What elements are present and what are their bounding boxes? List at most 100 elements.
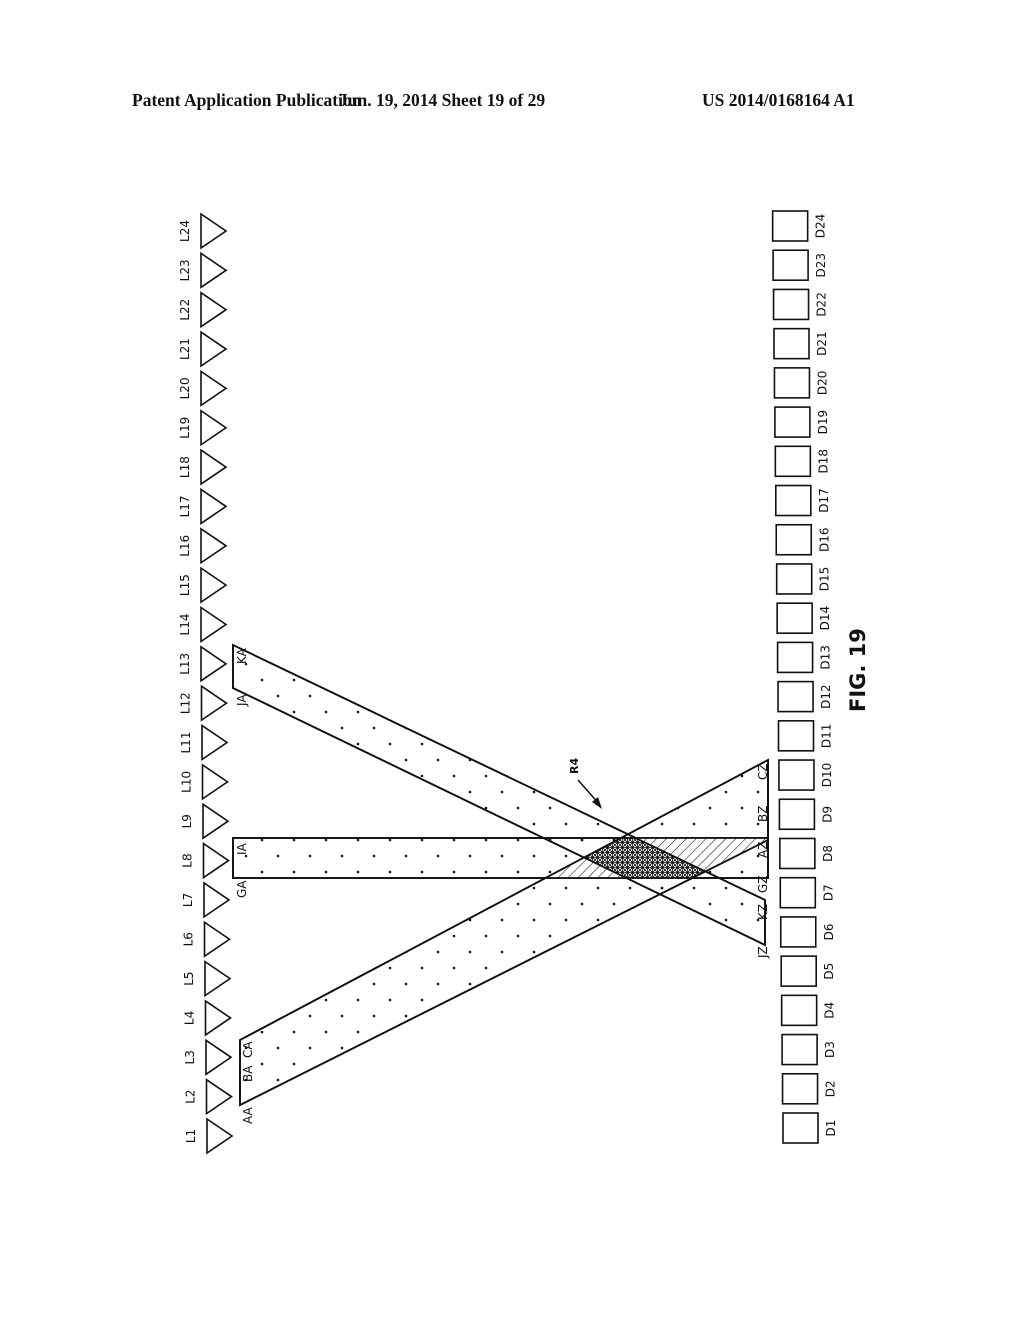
emitter-l14: L14	[178, 605, 228, 643]
emitter-l10: L10	[180, 763, 229, 801]
detector-d4: D4	[780, 994, 837, 1027]
detector-label: D11	[820, 724, 834, 749]
emitter-triangle-icon	[203, 881, 231, 919]
detector-d13: D13	[776, 641, 833, 674]
detector-box-icon	[771, 210, 809, 242]
detector-d19: D19	[774, 406, 830, 438]
emitter-label: L8	[181, 853, 195, 867]
emitter-label: L16	[178, 535, 192, 557]
label-kz: KZ	[756, 904, 770, 920]
detector-d16: D16	[775, 523, 831, 556]
detector-d10: D10	[778, 759, 834, 791]
emitter-triangle-icon	[205, 1038, 233, 1076]
detector-box-icon	[779, 876, 817, 909]
detector-label: D21	[815, 331, 829, 356]
emitter-label: L22	[178, 299, 192, 321]
emitter-column: L1 L2 L3 L4 L5 L6 L7 L8 L9 L10 L11 L12 L13 L14 L15 L16 L…	[178, 212, 234, 1155]
detector-box-icon	[773, 367, 811, 399]
detector-d9: D9	[778, 798, 834, 831]
emitter-l1: L1	[184, 1117, 234, 1155]
detector-d5: D5	[780, 955, 836, 987]
emitter-l13: L13	[178, 645, 228, 683]
detector-d15: D15	[775, 563, 832, 595]
detector-d7: D7	[779, 876, 835, 909]
emitter-l2: L2	[184, 1078, 233, 1116]
detector-label: D6	[822, 923, 836, 940]
label-ba: BA	[241, 1065, 255, 1082]
emitter-label: L4	[183, 1011, 197, 1025]
detector-d24: D24	[771, 210, 828, 242]
emitter-l9: L9	[180, 802, 230, 840]
emitter-l22: L22	[178, 291, 228, 329]
detector-box-icon	[778, 759, 815, 791]
emitter-label: L12	[179, 692, 193, 714]
detector-box-icon	[777, 720, 815, 752]
emitter-triangle-icon	[200, 330, 228, 368]
emitter-label: L3	[183, 1050, 197, 1064]
label-ka: KA	[235, 647, 249, 664]
detector-box-icon	[774, 406, 811, 438]
emitter-triangle-icon	[200, 212, 228, 250]
emitter-l20: L20	[178, 369, 228, 407]
label-cz: CZ	[756, 763, 770, 780]
detector-label: D4	[823, 1002, 837, 1019]
label-aa: AA	[241, 1106, 255, 1124]
detector-d1: D1	[782, 1112, 838, 1144]
label-ja: JA	[235, 694, 249, 707]
emitter-label: L19	[178, 417, 192, 439]
emitter-l7: L7	[181, 881, 231, 919]
emitter-triangle-icon	[201, 724, 229, 762]
emitter-label: L17	[178, 495, 192, 517]
emitter-triangle-icon	[200, 684, 228, 722]
emitter-triangle-icon	[200, 291, 228, 329]
detector-d11: D11	[777, 720, 834, 752]
emitter-l19: L19	[178, 409, 228, 447]
detector-column: D1 D2 D3 D4 D5 D6 D7 D8 D9 D10 D11 D12 D13 D14 D15 D16 D…	[771, 210, 838, 1144]
emitter-l8: L8	[181, 842, 230, 880]
detector-box-icon	[778, 798, 816, 831]
detector-box-icon	[774, 484, 812, 517]
emitter-triangle-icon	[200, 369, 228, 407]
detector-label: D12	[819, 684, 833, 709]
emitter-label: L1	[184, 1129, 198, 1143]
detector-d14: D14	[776, 602, 832, 634]
emitter-label: L24	[178, 220, 192, 242]
emitter-triangle-icon	[200, 605, 228, 643]
detector-d2: D2	[781, 1072, 838, 1105]
emitter-l12: L12	[179, 684, 228, 722]
detector-box-icon	[782, 1112, 819, 1144]
label-az: AZ	[756, 842, 770, 858]
emitter-label: L14	[178, 613, 192, 635]
detector-label: D2	[824, 1080, 838, 1097]
detector-box-icon	[781, 1072, 819, 1105]
detector-d21: D21	[773, 327, 829, 360]
emitter-triangle-icon	[200, 409, 228, 447]
detector-label: D19	[816, 410, 830, 435]
emitter-triangle-icon	[206, 1117, 234, 1155]
detector-label: D20	[815, 371, 829, 396]
detector-label: D18	[816, 449, 830, 474]
emitter-triangle-icon	[204, 999, 232, 1037]
detector-label: D7	[821, 884, 835, 901]
emitter-label: L7	[181, 893, 195, 907]
emitter-triangle-icon	[200, 448, 228, 486]
emitter-l21: L21	[178, 330, 228, 368]
label-gz: GZ	[756, 875, 770, 893]
emitter-triangle-icon	[205, 1078, 233, 1116]
label-ga: GA	[235, 880, 249, 898]
emitter-label: L23	[178, 259, 192, 281]
detector-label: D15	[818, 567, 832, 592]
detector-d8: D8	[779, 837, 835, 870]
detector-label: D14	[818, 606, 832, 631]
emitter-label: L21	[178, 338, 192, 360]
emitter-triangle-icon	[200, 645, 228, 683]
detector-box-icon	[772, 288, 810, 321]
detector-label: D17	[817, 488, 831, 513]
emitter-l11: L11	[179, 724, 229, 762]
label-bz: BZ	[756, 806, 770, 822]
emitter-l17: L17	[178, 487, 228, 525]
detector-box-icon	[780, 955, 818, 987]
detector-label: D22	[815, 292, 829, 317]
detector-box-icon	[773, 327, 810, 360]
emitter-label: L6	[182, 932, 196, 946]
